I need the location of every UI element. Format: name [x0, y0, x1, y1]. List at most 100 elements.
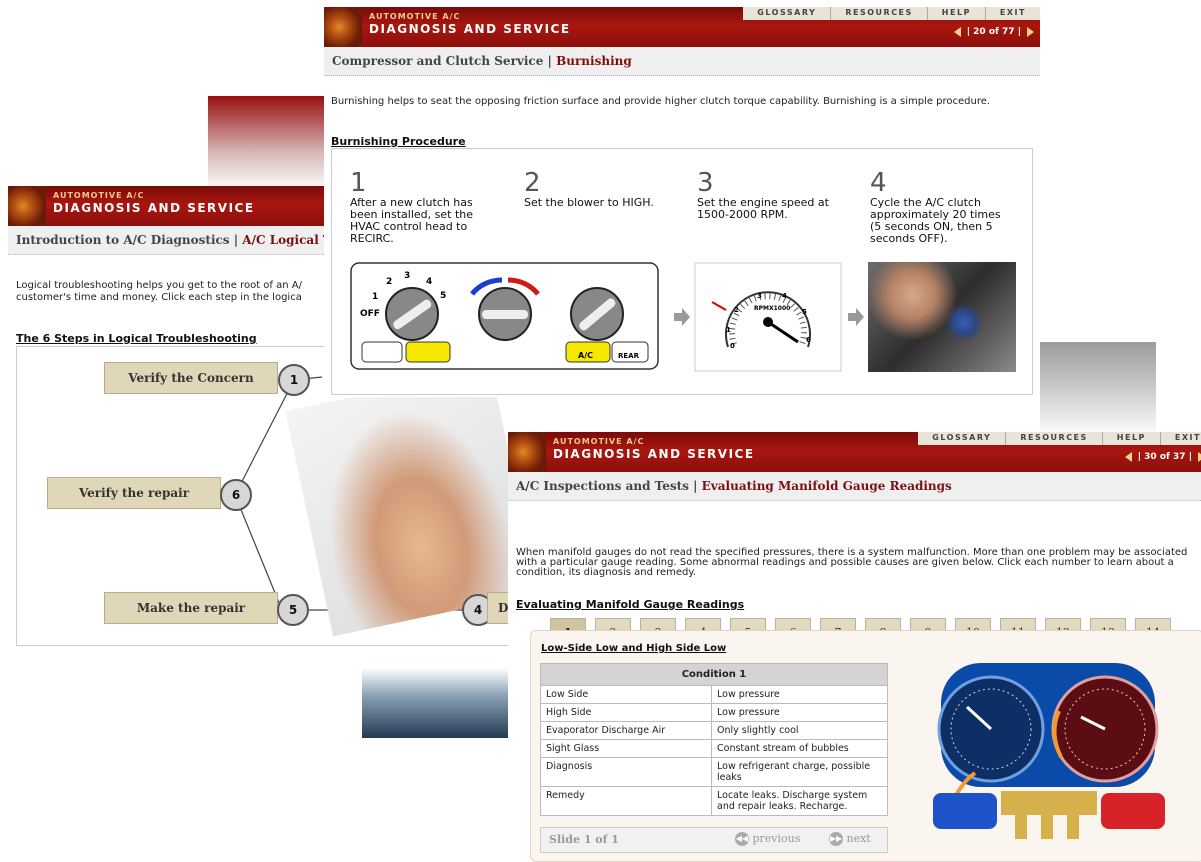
- section-title: Evaluating Manifold Gauge Readings: [516, 598, 745, 611]
- hvac-speed-5-label: 5: [440, 291, 446, 301]
- row-value: Low pressure: [711, 703, 888, 722]
- row-label: High Side: [540, 703, 712, 722]
- breadcrumb: A/C Inspections and Tests | Evaluating M…: [508, 472, 1201, 501]
- step-text: Set the blower to HIGH.: [524, 196, 654, 209]
- brand-subtitle: AUTOMOTIVE A/C: [553, 437, 645, 446]
- window-burnishing: AUTOMOTIVE A/C DIAGNOSIS AND SERVICE GLO…: [324, 7, 1040, 397]
- row-label: Sight Glass: [540, 739, 712, 758]
- condition-panel: Low-Side Low and High Side Low Condition…: [530, 630, 1201, 862]
- tach-2-label: 2: [734, 306, 739, 314]
- hvac-rear-label: REAR: [618, 352, 640, 360]
- pager: | 20 of 77 |: [953, 27, 1034, 37]
- hvac-ac-label: A/C: [578, 351, 593, 360]
- brand-subtitle: AUTOMOTIVE A/C: [53, 191, 145, 200]
- window-manifold-gauge: AUTOMOTIVE A/C DIAGNOSIS AND SERVICE GLO…: [508, 432, 1201, 862]
- step-make-repair-button[interactable]: Make the repair: [104, 592, 278, 624]
- step-6-circle[interactable]: 6: [220, 479, 252, 511]
- app-header: AUTOMOTIVE A/C DIAGNOSIS AND SERVICE GLO…: [508, 432, 1201, 472]
- table-row: Sight Glass Constant stream of bubbles: [540, 739, 888, 758]
- panel-title: Low-Side Low and High Side Low: [541, 643, 727, 654]
- condition-table: Condition 1 Low Side Low pressure High Si…: [540, 663, 888, 816]
- intro-text: Burnishing helps to seat the opposing fr…: [331, 96, 991, 107]
- tach-unit-label: RPMX1000: [754, 305, 790, 312]
- top-nav: GLOSSARY RESOURCES HELP EXIT: [918, 432, 1201, 445]
- resources-link[interactable]: RESOURCES: [830, 7, 926, 20]
- brand-subtitle: AUTOMOTIVE A/C: [369, 12, 461, 21]
- help-link[interactable]: HELP: [926, 7, 985, 20]
- rewind-icon: ◀◀: [735, 832, 749, 846]
- hvac-off-label: OFF: [360, 309, 380, 319]
- step-text: Set the engine speed at 1500-2000 RPM.: [697, 196, 829, 221]
- decorative-blue-block: [362, 668, 512, 738]
- breadcrumb-section[interactable]: A/C Inspections and Tests |: [516, 479, 697, 493]
- step-4: 4 Cycle the A/C clutch approximately 20 …: [870, 169, 1005, 245]
- tach-5-label: 5: [802, 308, 807, 316]
- step-3: 3 Set the engine speed at 1500-2000 RPM.: [697, 169, 832, 221]
- step-verify-concern-button[interactable]: Verify the Concern: [104, 362, 278, 394]
- hvac-speed-3-label: 3: [404, 271, 410, 281]
- hvac-speed-1-label: 1: [372, 292, 378, 302]
- row-value: Low pressure: [711, 685, 888, 704]
- step-text: Cycle the A/C clutch approximately 20 ti…: [870, 196, 1001, 245]
- step-number: 2: [524, 168, 541, 198]
- hvac-speed-2-label: 2: [386, 277, 392, 287]
- decorative-grey-block: [1040, 342, 1156, 437]
- arrow-right-icon: [848, 308, 864, 326]
- slide-counter: Slide 1 of 1: [549, 833, 619, 846]
- decorative-red-block: [208, 96, 328, 191]
- help-link[interactable]: HELP: [1101, 432, 1160, 445]
- row-value: Low refrigerant charge, possible leaks: [711, 757, 888, 787]
- step-number: 4: [870, 168, 887, 198]
- breadcrumb: Compressor and Clutch Service | Burnishi…: [324, 47, 1040, 76]
- step-2: 2 Set the blower to HIGH.: [524, 169, 659, 209]
- row-label: Evaporator Discharge Air: [540, 721, 712, 740]
- tach-4-label: 4: [782, 292, 787, 300]
- brand-title: DIAGNOSIS AND SERVICE: [53, 201, 255, 215]
- step-text: After a new clutch has been installed, s…: [350, 196, 474, 245]
- next-button[interactable]: ▶▶ next: [829, 832, 871, 846]
- fast-forward-icon: ▶▶: [829, 832, 843, 846]
- exit-link[interactable]: EXIT: [984, 7, 1040, 20]
- breadcrumb-current: Evaluating Manifold Gauge Readings: [701, 479, 952, 493]
- intro-text: When manifold gauges do not read the spe…: [516, 547, 1188, 578]
- prev-page-icon[interactable]: [1124, 452, 1132, 462]
- tach-1-label: 1: [726, 326, 731, 334]
- step-number: 1: [350, 168, 367, 198]
- breadcrumb-current: Burnishing: [556, 54, 632, 68]
- resources-link[interactable]: RESOURCES: [1005, 432, 1101, 445]
- brand-title: DIAGNOSIS AND SERVICE: [369, 22, 571, 36]
- table-row: Remedy Locate leaks. Discharge system and…: [540, 786, 888, 816]
- arrow-right-icon: [674, 308, 690, 326]
- step-verify-repair-button[interactable]: Verify the repair: [47, 477, 221, 509]
- brand-logo: [508, 432, 546, 472]
- step-5-circle[interactable]: 5: [277, 594, 309, 626]
- tachometer-illustration: RPMX1000 0 1 2 3 4 5 6: [694, 262, 842, 372]
- breadcrumb-section[interactable]: Introduction to A/C Diagnostics |: [16, 233, 238, 247]
- step-1-circle[interactable]: 1: [278, 364, 310, 396]
- table-row: High Side Low pressure: [540, 703, 888, 722]
- prev-page-icon[interactable]: [953, 27, 961, 37]
- next-label: next: [846, 832, 871, 845]
- breadcrumb-section[interactable]: Compressor and Clutch Service |: [332, 54, 552, 68]
- row-value: Constant stream of bubbles: [711, 739, 888, 758]
- row-label: Low Side: [540, 685, 712, 704]
- glossary-link[interactable]: GLOSSARY: [743, 7, 830, 20]
- clutch-connector-photo: [868, 262, 1016, 372]
- row-label: Diagnosis: [540, 757, 712, 787]
- row-value: Locate leaks. Discharge system and repai…: [711, 786, 888, 816]
- slide-footer: Slide 1 of 1 ◀◀ previous ▶▶ next: [540, 827, 888, 853]
- previous-button[interactable]: ◀◀ previous: [735, 832, 800, 846]
- brand-logo: [324, 7, 362, 47]
- table-row: Diagnosis Low refrigerant charge, possibl…: [540, 757, 888, 787]
- exit-link[interactable]: EXIT: [1159, 432, 1201, 445]
- table-row: Low Side Low pressure: [540, 685, 888, 704]
- hvac-speed-4-label: 4: [426, 277, 432, 287]
- glossary-link[interactable]: GLOSSARY: [918, 432, 1005, 445]
- brand-title: DIAGNOSIS AND SERVICE: [553, 447, 755, 461]
- top-nav: GLOSSARY RESOURCES HELP EXIT: [743, 7, 1040, 20]
- procedure-panel: 1 After a new clutch has been installed,…: [331, 148, 1033, 395]
- section-title: Burnishing Procedure: [331, 135, 466, 148]
- row-value: Only slightly cool: [711, 721, 888, 740]
- next-page-icon[interactable]: [1027, 27, 1034, 37]
- tach-6-label: 6: [806, 336, 811, 344]
